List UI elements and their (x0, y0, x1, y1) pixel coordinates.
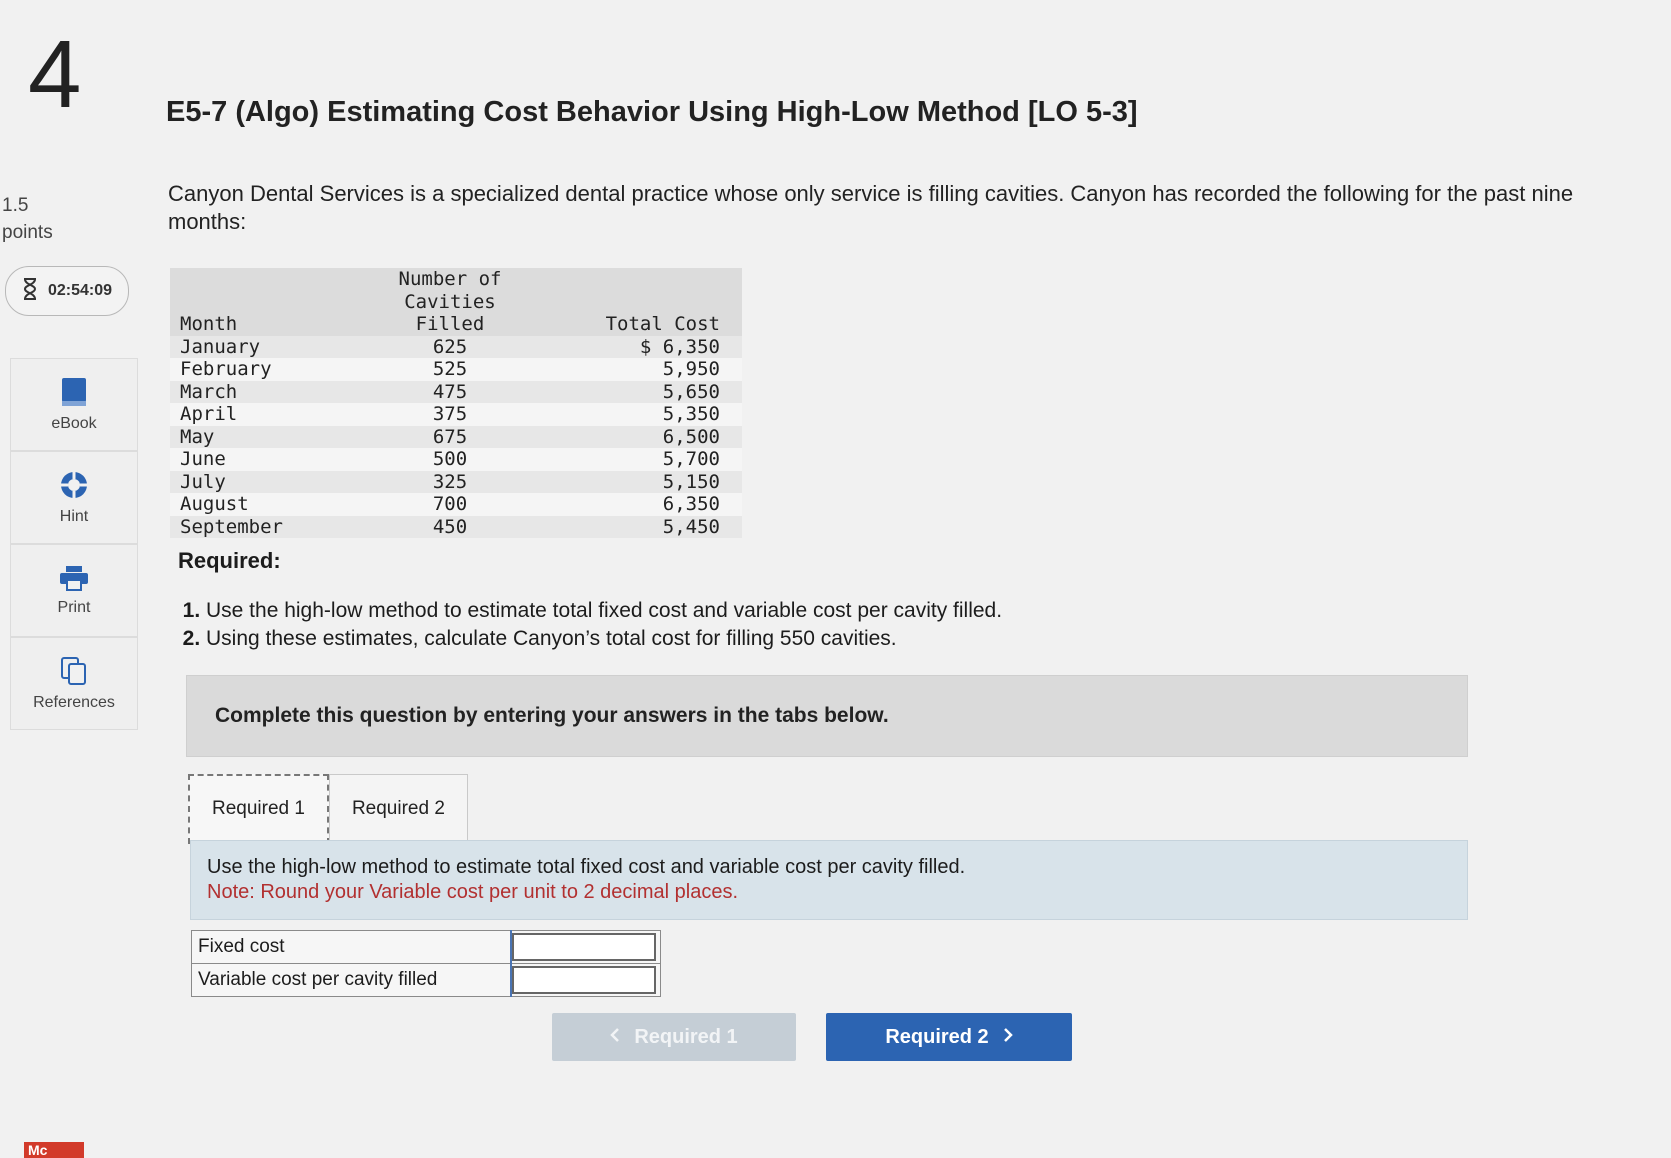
cell-cavities: 375 (432, 403, 468, 425)
cell-month: August (180, 493, 249, 515)
table-row: June 500 5,700 (170, 448, 742, 471)
answer-cell (510, 930, 661, 964)
cell-cost: 6,350 (662, 493, 720, 515)
table-row: July 325 5,150 (170, 470, 742, 493)
header-spacer (560, 268, 742, 313)
header-spacer (170, 268, 340, 313)
next-button-label: Required 2 (885, 1025, 989, 1048)
cell-month: June (180, 448, 226, 470)
instructions-banner: Complete this question by entering your … (186, 675, 1468, 757)
timer-value: 02:54:09 (47, 282, 113, 299)
tab-required-2[interactable]: Required 2 (328, 774, 468, 844)
prev-required-button[interactable]: Required 1 (552, 1013, 796, 1061)
timer[interactable]: 02:54:09 (5, 266, 129, 316)
lifebuoy-icon (59, 470, 89, 500)
answer-row: Variable cost per cavity filled (191, 963, 661, 997)
prev-button-label: Required 1 (634, 1025, 738, 1048)
hint-label: Hint (59, 507, 89, 525)
answer-label-variable-cost: Variable cost per cavity filled (191, 963, 512, 997)
cell-cavities: 450 (432, 515, 468, 538)
question-number: 4 (28, 21, 82, 128)
cell-cavities: 700 (432, 493, 468, 515)
chevron-left-icon (610, 1026, 620, 1049)
cell-month: September (180, 515, 283, 538)
cell-cavities: 500 (432, 448, 468, 470)
points-display: 1.5 points (2, 192, 53, 246)
ebook-label: eBook (51, 414, 97, 432)
table-row: February 525 5,950 (170, 358, 742, 381)
table-row: March 475 5,650 (170, 380, 742, 403)
answer-cell (510, 963, 661, 997)
cell-cavities: 625 (432, 335, 468, 358)
instructions-text: Use the high-low method to estimate tota… (207, 856, 966, 878)
required-item: Use the high-low method to estimate tota… (206, 597, 1306, 625)
fixed-cost-input[interactable] (512, 933, 656, 961)
cell-cost: 5,950 (662, 358, 720, 380)
cell-cost: 5,450 (662, 515, 720, 538)
tab-required-1[interactable]: Required 1 (188, 774, 329, 844)
cell-cost: 6,500 (662, 425, 720, 448)
cell-cavities: 675 (432, 425, 468, 448)
table-row: April 375 5,350 (170, 403, 742, 426)
hint-button[interactable]: Hint (10, 451, 138, 544)
table-row: August 700 6,350 (170, 493, 742, 516)
required-item: Using these estimates, calculate Canyon’… (206, 625, 1306, 653)
question-intro: Canyon Dental Services is a specialized … (168, 181, 1574, 234)
instructions-note: Note: Round your Variable cost per unit … (207, 881, 739, 903)
table-row: September 450 5,450 (170, 515, 742, 538)
variable-cost-input[interactable] (512, 966, 656, 994)
print-label: Print (57, 598, 91, 616)
cell-month: February (180, 358, 272, 380)
cell-cost: 5,350 (662, 403, 720, 425)
tab-instructions: Use the high-low method to estimate tota… (190, 840, 1468, 920)
table-row: May 675 6,500 (170, 425, 742, 448)
required-list: Use the high-low method to estimate tota… (180, 597, 1306, 653)
cell-cavities: 475 (432, 380, 468, 403)
cell-cavities: 525 (432, 358, 468, 380)
references-label: References (33, 693, 115, 711)
book-icon (61, 377, 87, 407)
table-row: January 625 $ 6,350 (170, 335, 742, 358)
points-value: 1.5 (2, 195, 29, 216)
required-heading: Required: (178, 548, 281, 573)
cell-month: March (180, 380, 238, 403)
ebook-button[interactable]: eBook (10, 358, 138, 451)
next-required-button[interactable]: Required 2 (826, 1013, 1072, 1061)
answer-row: Fixed cost (191, 930, 661, 964)
cost-data-table: Number of Cavities Month Filled Total Co… (170, 268, 742, 538)
cell-cavities: 325 (432, 470, 468, 493)
answer-tabs: Required 1 Required 2 (188, 774, 468, 844)
header-cavities-line1: Number of Cavities (340, 268, 560, 313)
chevron-right-icon (1003, 1026, 1013, 1049)
cell-cost: 5,700 (662, 448, 720, 470)
header-month: Month (170, 313, 340, 336)
publisher-logo: Mc (24, 1142, 84, 1158)
cell-month: May (180, 425, 215, 448)
hourglass-icon (22, 277, 38, 306)
answer-table: Fixed cost Variable cost per cavity fill… (191, 930, 661, 997)
cell-cost: 5,150 (662, 470, 720, 493)
answer-label-fixed-cost: Fixed cost (191, 930, 512, 964)
cell-cost: $ 6,350 (639, 335, 720, 358)
cell-month: July (180, 470, 226, 493)
question-title: E5-7 (Algo) Estimating Cost Behavior Usi… (166, 96, 1138, 128)
header-cavities-line2: Filled (340, 313, 560, 336)
print-button[interactable]: Print (10, 544, 138, 637)
header-total-cost: Total Cost (560, 313, 742, 336)
printer-icon (59, 565, 89, 591)
cell-month: January (180, 335, 261, 358)
tools-panel: eBook Hint Print References (10, 358, 138, 730)
copy-icon (60, 656, 88, 686)
cell-cost: 5,650 (662, 380, 720, 403)
references-button[interactable]: References (10, 637, 138, 730)
cell-month: April (180, 403, 238, 425)
points-label: points (2, 222, 53, 243)
